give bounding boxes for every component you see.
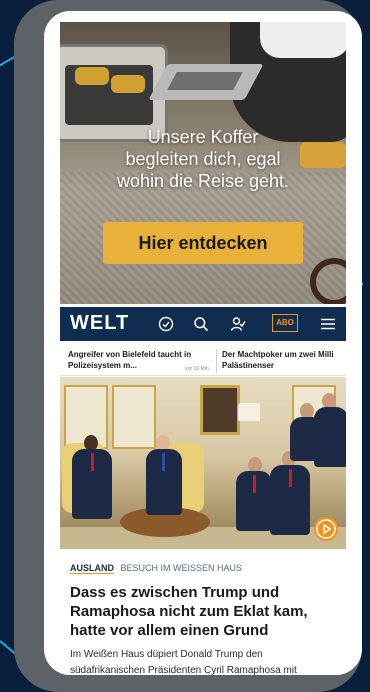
ad-headline-line: wohin die Reise geht. [116, 171, 290, 191]
article-title-line: Dass es zwischen Trump und [70, 584, 280, 601]
teaser-line: Im Weißen Haus düpiert Donald Trump den [70, 649, 263, 660]
site-header: WELT ABO [60, 307, 346, 341]
article-title[interactable]: Dass es zwischen Trump und Ramaphosa nic… [70, 583, 338, 640]
article-title-line: Ramaphosa nicht zum Eklat kam, [70, 603, 308, 620]
wall-portrait-image [200, 385, 240, 435]
welt-logo[interactable]: WELT [70, 312, 129, 335]
article-title-line: hatte vor allem einen Grund [70, 622, 269, 639]
abo-button[interactable]: ABO [272, 314, 298, 332]
ticker-title-line: Der Machtpoker um zwei Milli [222, 350, 334, 359]
clock-icon[interactable] [158, 316, 174, 332]
news-ticker: Angreifer von Bielefeld taucht in Polize… [60, 345, 346, 376]
user-icon[interactable] [230, 316, 246, 332]
phone-frame: Unsere Koffer begleiten dich, egal wohin… [14, 0, 362, 692]
ad-cta-button[interactable]: Hier entdecken [103, 222, 303, 264]
ticker-item[interactable]: Der Machtpoker um zwei Milli Palästinens… [222, 349, 346, 373]
ticker-time: vor 10 Min. [185, 366, 210, 372]
ad-headline-line: Unsere Koffer [147, 127, 259, 147]
ad-headline: Unsere Koffer begleiten dich, egal wohin… [60, 126, 346, 192]
video-play-button[interactable] [314, 517, 338, 541]
menu-icon[interactable] [320, 316, 336, 332]
ad-headline-line: begleiten dich, egal [125, 149, 281, 169]
search-icon[interactable] [193, 316, 209, 332]
play-icon [316, 519, 336, 539]
article-kicker: AUSLAND BESUCH IM WEISSEN HAUS [70, 563, 243, 574]
article-ressort[interactable]: AUSLAND [70, 563, 114, 574]
article-topic: BESUCH IM WEISSEN HAUS [120, 563, 243, 573]
teaser-line: südafrikanischen Präsidenten Cyril Ramap… [70, 665, 297, 675]
ad-banner[interactable]: Unsere Koffer begleiten dich, egal wohin… [60, 22, 346, 304]
article-teaser[interactable]: AUSLAND BESUCH IM WEISSEN HAUS Dass es z… [60, 551, 346, 675]
ticker-title-line: Palästinenser [222, 361, 275, 370]
article-teaser-text: Im Weißen Haus düpiert Donald Trump den … [70, 647, 340, 675]
article-photo[interactable] [60, 377, 346, 549]
phone-screen: Unsere Koffer begleiten dich, egal wohin… [44, 11, 362, 675]
ticker-item[interactable]: Angreifer von Bielefeld taucht in Polize… [68, 349, 217, 373]
ticker-title-line: Angreifer von Bielefeld taucht in [68, 350, 192, 359]
